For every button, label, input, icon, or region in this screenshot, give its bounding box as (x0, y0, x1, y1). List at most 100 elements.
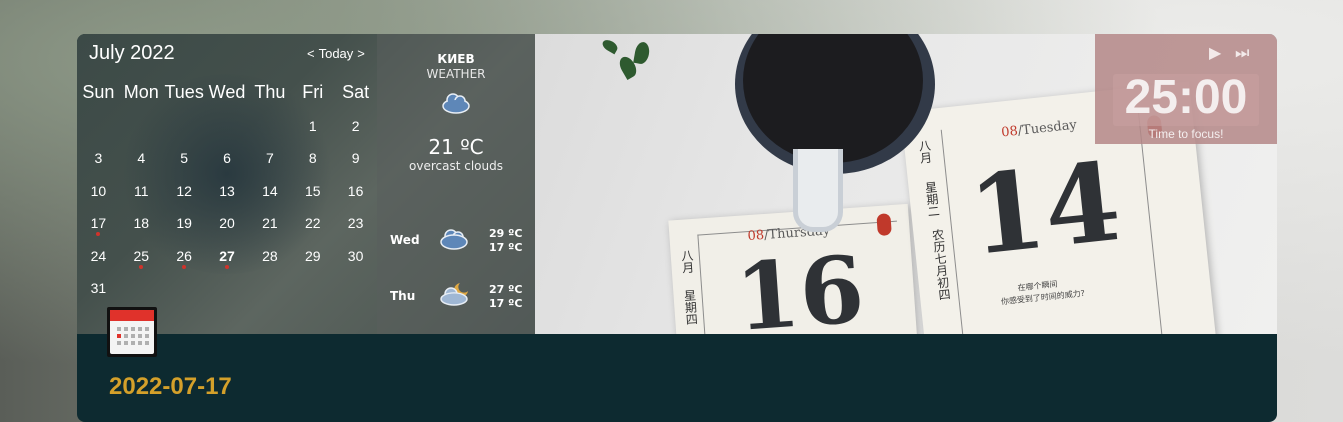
play-icon[interactable]: ▶ (1209, 43, 1221, 62)
prev-month-button[interactable]: < (307, 46, 315, 61)
weekday-label: Sat (342, 82, 370, 102)
calendar-day[interactable]: 5 (163, 148, 206, 180)
calendar-icon-cell (145, 334, 149, 338)
calendar-icon-cell (124, 334, 128, 338)
event-dot (138, 264, 143, 269)
current-temperature: 21 ºC (428, 135, 484, 159)
calendar-day[interactable]: 6 (206, 148, 249, 180)
calendar-day[interactable]: 30 (334, 246, 377, 278)
next-month-button[interactable]: > (357, 46, 365, 61)
calendar-day-number: 3 (94, 150, 103, 167)
calendar-icon-cell (131, 341, 135, 345)
weekday-label: Mon (123, 82, 159, 102)
calendar-day-number: 21 (262, 215, 278, 232)
calendar-day[interactable]: 13 (206, 181, 249, 213)
page-weekday: 星期二 (923, 180, 941, 218)
calendar-day-number: 2 (351, 118, 360, 134)
today-button[interactable]: Today (319, 46, 354, 61)
page-month: 八月 (916, 138, 934, 165)
calendar-day-number: 31 (90, 279, 107, 296)
calendar-empty-cell (77, 116, 120, 148)
calendar-day-number: 20 (219, 215, 235, 232)
calendar-icon-cell (138, 341, 142, 345)
weather-city: КИЕВ (437, 52, 475, 66)
weekday-label: Sun (82, 82, 115, 102)
calendar-day[interactable]: 29 (291, 246, 334, 278)
timer-time: 25:00 (1124, 71, 1248, 124)
calendar-day[interactable]: 10 (77, 181, 120, 213)
calendar-empty-cell (120, 116, 163, 148)
calendar-day[interactable]: 7 (248, 148, 291, 180)
calendar-empty-cell (206, 116, 249, 148)
calendar-day[interactable]: 28 (248, 246, 291, 278)
calendar-day[interactable]: 18 (120, 213, 163, 245)
calendar-icon-cell (124, 327, 128, 331)
calendar-day-number: 5 (180, 150, 189, 167)
weekday-label: Wed (208, 82, 246, 102)
calendar-day-number: 22 (304, 215, 321, 232)
top-panel: 八月 星期四 08/Thursday 16 八月 星期二 农历七月初四 08/T… (77, 34, 1277, 334)
calendar-day-number: 10 (90, 182, 107, 199)
calendar-day[interactable]: 19 (163, 213, 206, 245)
page-date-label: 08/Tuesday (1000, 117, 1078, 141)
forecast-low: 17 ºC (489, 297, 523, 310)
calendar-day[interactable]: 14 (248, 181, 291, 213)
calendar-day-number: 29 (304, 247, 321, 264)
skip-icon[interactable]: ⏭ (1235, 43, 1249, 63)
selected-date: 2022-07-17 (109, 373, 232, 400)
leaf-decoration (633, 40, 651, 66)
calendar-day[interactable]: 26 (163, 246, 206, 278)
calendar-day[interactable]: 3 (77, 148, 120, 180)
calendar-day[interactable]: 24 (77, 246, 120, 278)
calendar-icon-cell (131, 334, 135, 338)
calendar-day-number: 19 (176, 215, 192, 232)
calendar-icon[interactable] (107, 307, 157, 357)
calendar-day[interactable]: 11 (120, 181, 163, 213)
forecast-row: Wed 29 ºC 17 ºC (377, 227, 535, 267)
calendar-day-number: 26 (176, 247, 192, 264)
calendar-day[interactable]: 25 (120, 246, 163, 278)
forecast-high: 29 ºC (489, 227, 523, 240)
calendar-day-number: 16 (347, 182, 364, 199)
calendar-day[interactable]: 2 (334, 116, 377, 148)
calendar-week-row: 12 (77, 116, 377, 148)
page-day-number: 14 (963, 138, 1127, 280)
calendar-day-number: 12 (176, 182, 192, 199)
calendar-day[interactable]: 27 (206, 246, 249, 278)
calendar-icon-band (110, 310, 154, 321)
event-dot (224, 264, 229, 269)
calendar-empty-cell (163, 116, 206, 148)
calendar-day[interactable]: 31 (77, 278, 120, 310)
calendar-day[interactable]: 12 (163, 181, 206, 213)
calendar-week-row: 10 11 12 13 14 15 16 (77, 181, 377, 213)
calendar-day[interactable]: 9 (334, 148, 377, 180)
weekday-header: Sun Mon Tues Wed Thu Fri Sat (77, 82, 377, 103)
page-day-number: 16 (732, 235, 868, 334)
calendar-day-number: 17 (90, 215, 107, 232)
focus-timer: ▶ ⏭ 25:00 Time to focus! (1095, 34, 1277, 144)
calendar-day[interactable]: 20 (206, 213, 249, 245)
calendar-day[interactable]: 17 (77, 213, 120, 245)
calendar-day-number: 18 (133, 215, 150, 232)
calendar-icon-cell (117, 341, 121, 345)
calendar-icon-cell (138, 334, 142, 338)
calendar-day[interactable]: 22 (291, 213, 334, 245)
calendar-day-number: 7 (265, 150, 274, 167)
calendar-day[interactable]: 21 (248, 213, 291, 245)
calendar-day[interactable]: 1 (291, 116, 334, 148)
forecast-day: Thu (390, 289, 416, 303)
calendar-day[interactable]: 4 (120, 148, 163, 180)
calendar-empty-cell (334, 278, 377, 310)
calendar-empty-cell (248, 278, 291, 310)
calendar-week-row: 3 4 5 6 7 8 9 (77, 148, 377, 180)
calendar-day[interactable]: 15 (291, 181, 334, 213)
weather-label: WEATHER (426, 67, 486, 81)
calendar-day-number: 30 (347, 247, 364, 264)
calendar-day[interactable]: 8 (291, 148, 334, 180)
calendar-day[interactable]: 23 (334, 213, 377, 245)
calendar-day-number: 27 (219, 247, 235, 264)
weekday-label: Thu (254, 82, 286, 102)
calendar-day[interactable]: 16 (334, 181, 377, 213)
forecast-day: Wed (390, 233, 420, 247)
calendar-day-number: 9 (351, 150, 360, 167)
